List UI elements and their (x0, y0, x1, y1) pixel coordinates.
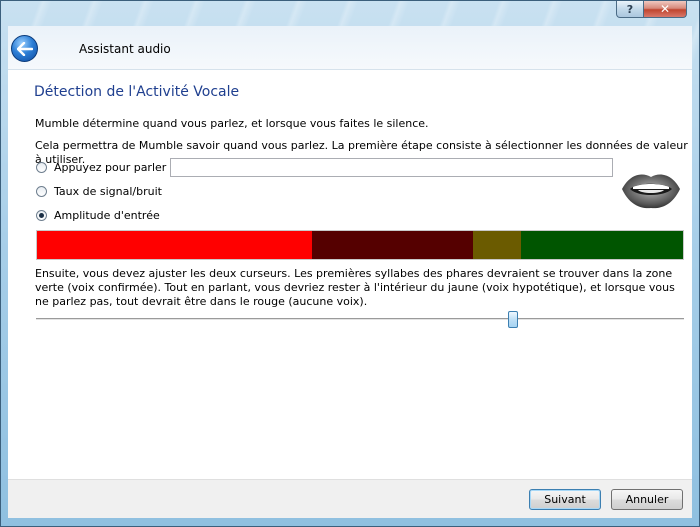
option-label: Taux de signal/bruit (54, 185, 162, 198)
close-button[interactable]: ✕ (643, 1, 687, 18)
radio-button-selected[interactable] (36, 210, 47, 221)
slider-instructions: Ensuite, vous devez ajuster les deux cur… (35, 267, 675, 308)
option-label: Amplitude d'entrée (54, 209, 160, 222)
option-push-to-talk[interactable]: Appuyez pour parler : (36, 161, 174, 174)
option-label: Appuyez pour parler : (54, 161, 174, 174)
wizard-window: ? ✕ Assistant audio Détection de l'Activ… (0, 0, 700, 527)
caption-buttons: ? ✕ (616, 1, 687, 18)
help-button[interactable]: ? (616, 1, 644, 18)
talking-mouth-icon (622, 174, 680, 209)
meter-zone-olive (473, 231, 522, 259)
option-signal-noise[interactable]: Taux de signal/bruit (36, 185, 162, 198)
option-input-amplitude[interactable]: Amplitude d'entrée (36, 209, 160, 222)
audio-level-meter (36, 230, 684, 260)
slider-track (36, 318, 684, 321)
cancel-button[interactable]: Annuler (611, 489, 683, 510)
radio-button[interactable] (36, 186, 47, 197)
push-to-talk-shortcut-field[interactable] (170, 158, 613, 177)
wizard-footer: Suivant Annuler (8, 479, 692, 518)
meter-zone-dark-red (311, 231, 474, 259)
radio-button[interactable] (36, 162, 47, 173)
meter-zone-red (37, 231, 312, 259)
wizard-page: Détection de l'Activité Vocale Mumble dé… (8, 69, 692, 480)
meter-zone-green (521, 231, 683, 259)
wizard-title: Assistant audio (79, 42, 171, 56)
threshold-slider[interactable] (36, 310, 684, 330)
slider-thumb[interactable] (508, 311, 518, 328)
page-title: Détection de l'Activité Vocale (34, 84, 240, 100)
next-button[interactable]: Suivant (529, 489, 601, 510)
back-button[interactable] (11, 35, 38, 62)
arrow-left-icon (16, 41, 33, 56)
intro-text: Mumble détermine quand vous parlez, et l… (35, 117, 429, 130)
